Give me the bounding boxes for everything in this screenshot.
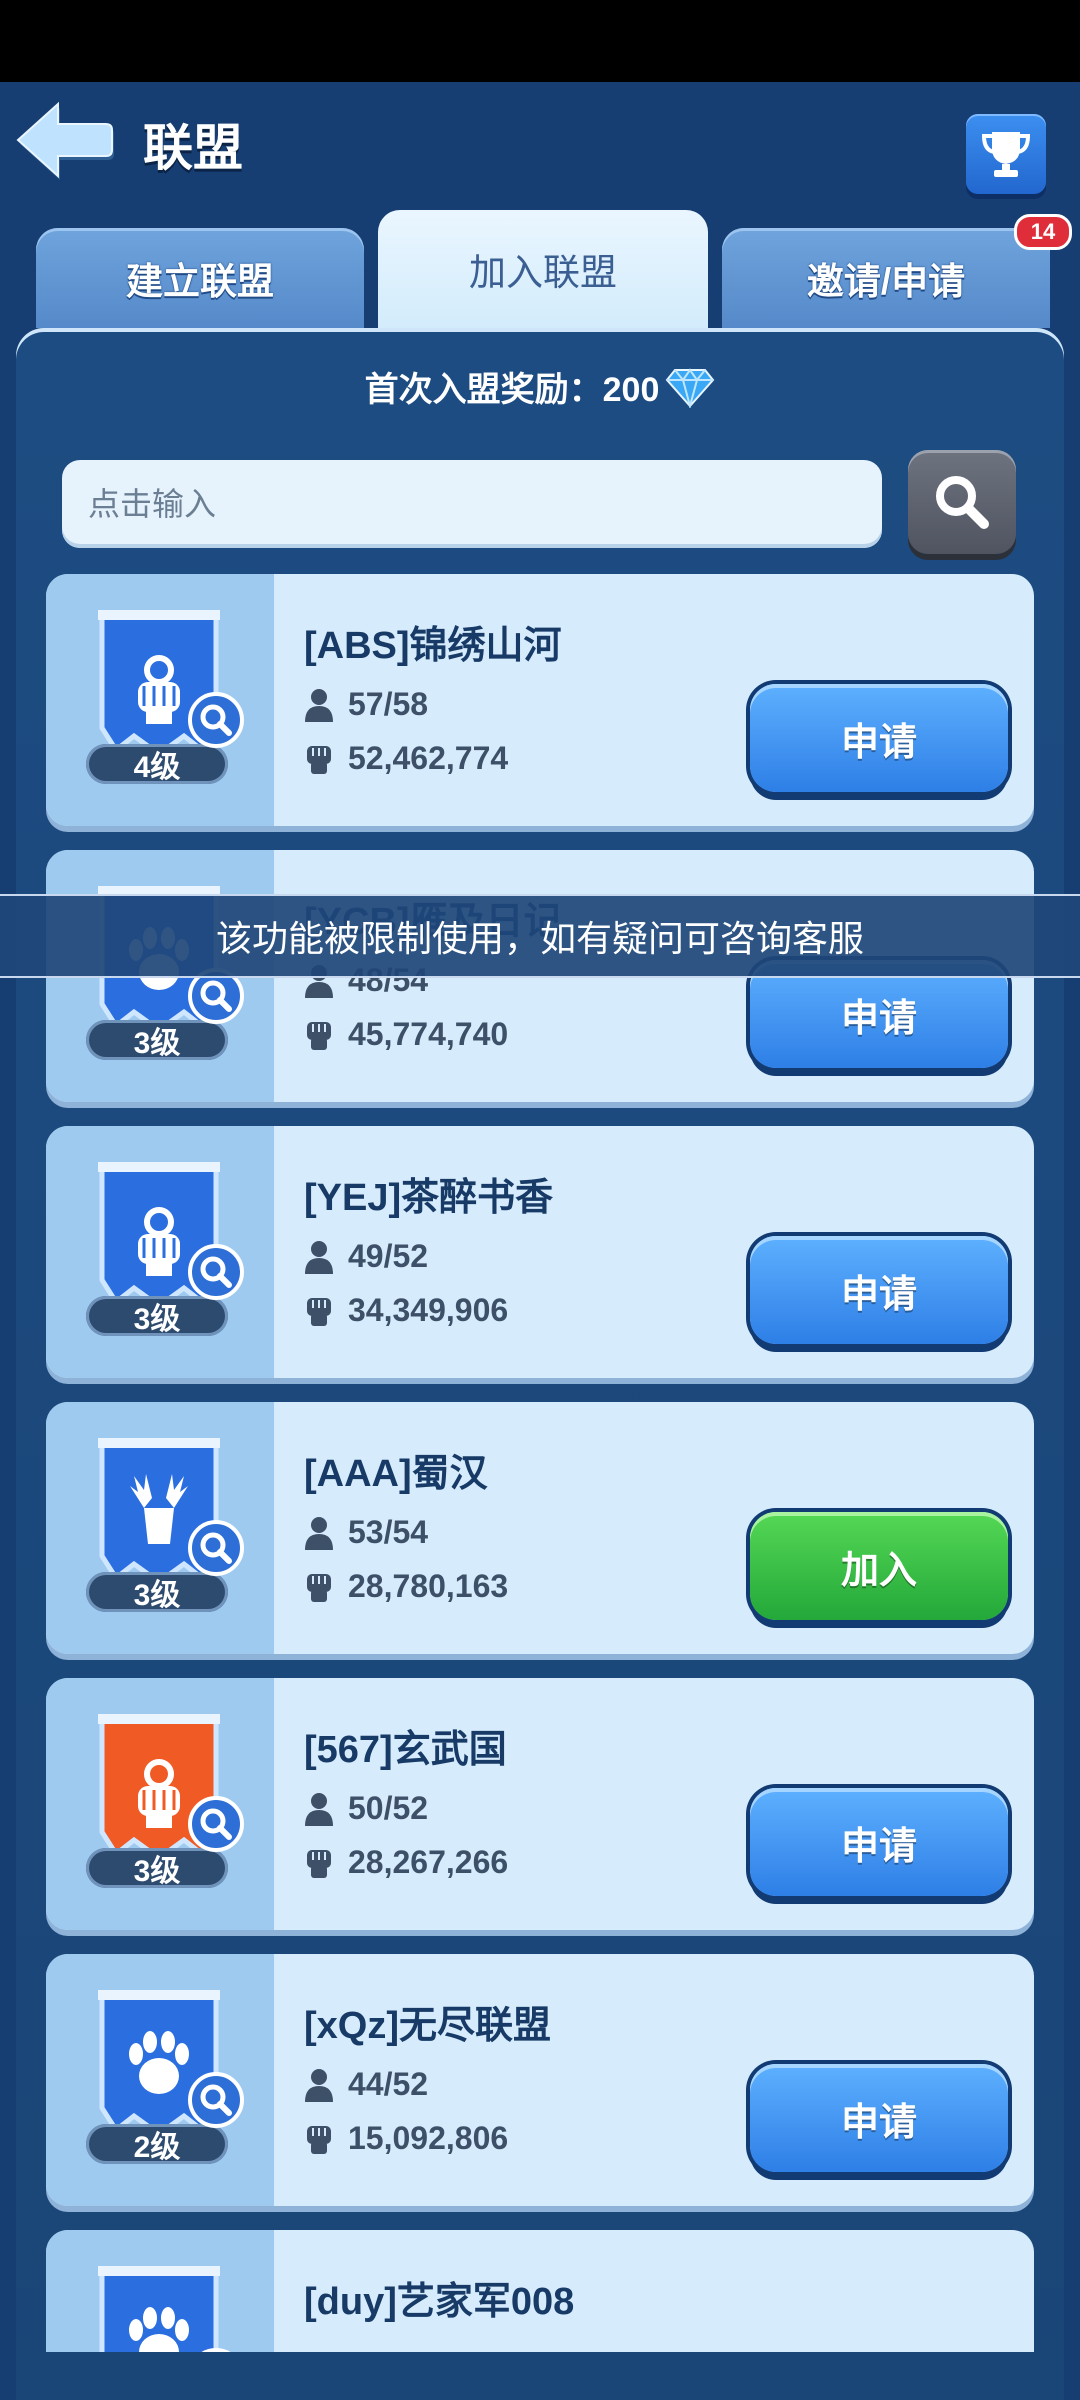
alliance-banner [98,2266,220,2352]
apply-button[interactable]: 申请 [750,684,1008,792]
power-value: 45,774,740 [348,1016,509,1052]
member-count: 50/52 [304,1790,428,1827]
alliance-level: 3级 [86,1572,228,1612]
fist-icon [307,2125,331,2154]
search-button[interactable] [908,450,1016,554]
member-count: 57/58 [304,686,428,723]
restriction-toast: 该功能被限制使用，如有疑问可咨询客服 [0,894,1080,978]
notification-badge: 14 [1014,214,1072,250]
fist-icon [307,1573,331,1602]
back-arrow-icon [16,101,114,180]
alliance-name: [duy]艺家军008 [304,2281,575,2323]
search-input[interactable] [62,460,882,548]
alliance-emblem-area: 3级 [46,1402,274,1654]
trophy-icon [981,132,1031,177]
fist-icon [307,745,331,774]
power-value: 34,349,906 [348,1292,509,1328]
inspect-magnifier-icon[interactable] [188,692,244,748]
alliance-level: 4级 [86,744,228,784]
alliance-emblem-area: 2级 [46,1954,274,2206]
member-count-value: 53/54 [348,1514,429,1550]
alliance-power: 28,267,266 [304,1844,508,1881]
alliance-emblem-area: 3级 [46,1126,274,1378]
member-count-value: 50/52 [348,1790,429,1826]
alliance-level: 3级 [86,1020,228,1060]
trophy-button[interactable] [966,114,1046,194]
inspect-magnifier-icon[interactable] [188,1244,244,1300]
alliance-power: 15,092,806 [304,2120,508,2157]
apply-button[interactable]: 申请 [750,2064,1008,2172]
person-icon [305,2068,333,2102]
member-count-value: 44/52 [348,2066,429,2102]
fist-icon [307,1849,331,1878]
tab-join-alliance[interactable]: 加入联盟 [378,210,708,328]
person-icon [305,1792,333,1826]
inspect-magnifier-icon[interactable] [188,1520,244,1576]
alliance-card[interactable]: [duy]艺家军008 [46,2230,1034,2352]
power-value: 28,780,163 [348,1568,509,1604]
fist-icon [307,1021,331,1050]
first-join-reward: 首次入盟奖励：200 [0,362,1080,411]
alliance-name: [YEJ]茶醉书香 [304,1177,554,1219]
alliance-emblem-area: 4级 [46,574,274,826]
join-button[interactable]: 加入 [750,1512,1008,1620]
person-icon [305,1240,333,1274]
member-count: 53/54 [304,1514,428,1551]
back-arrow-button[interactable] [14,98,114,182]
fist-icon [307,1297,331,1326]
alliance-card[interactable]: 4级 [ABS]锦绣山河 57/58 52,462,774 申请 [46,574,1034,826]
inspect-magnifier-icon[interactable] [188,1796,244,1852]
alliance-power: 45,774,740 [304,1016,508,1053]
person-icon [305,688,333,722]
member-count: 44/52 [304,2066,428,2103]
alliance-card[interactable]: 3级 [YEJ]茶醉书香 49/52 34,349,906 申请 [46,1126,1034,1378]
alliance-card[interactable]: 3级 [AAA]蜀汉 53/54 28,780,163 加入 [46,1402,1034,1654]
power-value: 52,462,774 [348,740,509,776]
alliance-power: 28,780,163 [304,1568,508,1605]
alliance-power: 52,462,774 [304,740,508,777]
alliance-card[interactable]: 3级 [567]玄武国 50/52 28,267,266 申请 [46,1678,1034,1930]
inspect-magnifier-icon[interactable] [188,2072,244,2128]
alliance-emblem-area: 3级 [46,1678,274,1930]
tab-invite-apply[interactable]: 邀请/申请 [722,228,1050,328]
inspect-magnifier-icon[interactable] [188,2348,244,2352]
alliance-level: 3级 [86,1296,228,1336]
member-count: 49/52 [304,1238,428,1275]
status-bar [0,0,1080,82]
alliance-list: 4级[ABS]锦绣山河57/5852,462,774申请3级[YCB]雁及日记4… [46,574,1034,2352]
alliance-card[interactable]: 2级 [xQz]无尽联盟 44/52 15,092,806 申请 [46,1954,1034,2206]
search-icon [936,476,989,529]
alliance-name: [567]玄武国 [304,1729,507,1771]
apply-button[interactable]: 申请 [750,1236,1008,1344]
alliance-power: 34,349,906 [304,1292,508,1329]
power-value: 28,267,266 [348,1844,509,1880]
diamond-icon [666,367,715,408]
alliance-name: [AAA]蜀汉 [304,1453,488,1495]
person-icon [305,1516,333,1550]
member-count-value: 57/58 [348,686,429,722]
alliance-emblem-area [46,2230,274,2352]
tab-create-alliance[interactable]: 建立联盟 [36,228,364,328]
member-count-value: 49/52 [348,1238,429,1274]
apply-button[interactable]: 申请 [750,1788,1008,1896]
alliance-level: 3级 [86,1848,228,1888]
reward-label: 首次入盟奖励：200 [364,371,660,409]
page-title: 联盟 [143,120,243,176]
power-value: 15,092,806 [348,2120,509,2156]
alliance-name: [xQz]无尽联盟 [304,2005,552,2047]
alliance-level: 2级 [86,2124,228,2164]
alliance-name: [ABS]锦绣山河 [304,625,562,667]
